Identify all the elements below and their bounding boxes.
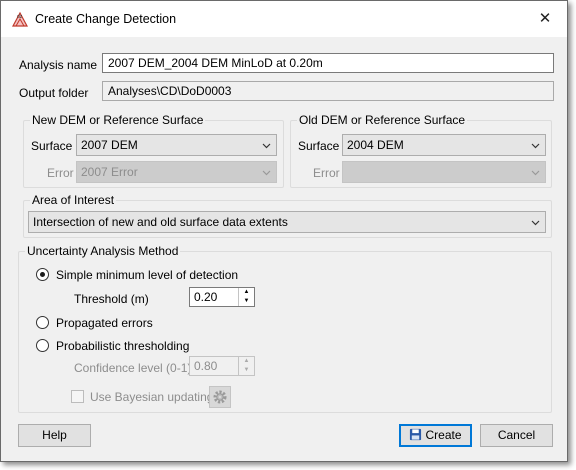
output-folder-field: Analyses\CD\DoD0003 xyxy=(102,81,554,101)
bayesian-settings-button xyxy=(209,386,231,408)
new-error-label: Error xyxy=(47,166,74,180)
help-button[interactable]: Help xyxy=(18,424,91,447)
threshold-stepper[interactable]: 0.20 ▲ ▼ xyxy=(189,287,255,307)
old-surface-value: 2004 DEM xyxy=(347,138,404,152)
create-button[interactable]: Create xyxy=(399,424,472,447)
close-icon: ✕ xyxy=(538,10,552,27)
new-surface-value: 2007 DEM xyxy=(81,138,138,152)
title-bar: dz Create Change Detection ✕ xyxy=(1,1,567,37)
create-label: Create xyxy=(425,428,462,442)
analysis-name-input[interactable]: 2007 DEM_2004 DEM MinLoD at 0.20m xyxy=(102,53,554,73)
area-of-interest-value: Intersection of new and old surface data… xyxy=(33,215,288,229)
propagated-errors-radio[interactable] xyxy=(36,316,49,329)
new-surface-label: Surface xyxy=(31,139,73,153)
gear-icon xyxy=(213,390,227,404)
svg-text:dz: dz xyxy=(17,14,23,20)
simple-minimum-label[interactable]: Simple minimum level of detection xyxy=(56,268,238,282)
analysis-name-label: Analysis name xyxy=(19,58,98,72)
confidence-stepper: 0.80 ▲ ▼ xyxy=(189,356,255,376)
propagated-errors-label[interactable]: Propagated errors xyxy=(56,316,153,330)
new-surface-dropdown[interactable]: 2007 DEM xyxy=(76,134,277,156)
threshold-label: Threshold (m) xyxy=(74,292,149,306)
confidence-label: Confidence level (0-1) xyxy=(74,361,192,375)
spin-down-icon[interactable]: ▼ xyxy=(239,297,254,306)
probabilistic-radio[interactable] xyxy=(36,339,49,352)
bayesian-label: Use Bayesian updating xyxy=(90,390,214,404)
simple-minimum-radio[interactable] xyxy=(36,268,49,281)
old-dem-legend: Old DEM or Reference Surface xyxy=(297,113,468,127)
new-dem-legend: New DEM or Reference Surface xyxy=(30,113,206,127)
close-button[interactable]: ✕ xyxy=(531,7,559,31)
new-error-value: 2007 Error xyxy=(81,165,138,179)
spin-up-icon[interactable]: ▲ xyxy=(239,288,254,297)
spin-up-icon: ▲ xyxy=(243,358,250,364)
uncertainty-legend: Uncertainty Analysis Method xyxy=(25,244,181,258)
create-change-detection-dialog: dz Create Change Detection ✕ Analysis na… xyxy=(0,0,568,462)
output-folder-label: Output folder xyxy=(19,86,89,100)
chevron-down-icon xyxy=(531,220,540,226)
bayesian-checkbox xyxy=(71,390,84,403)
old-error-dropdown xyxy=(342,161,546,183)
old-surface-dropdown[interactable]: 2004 DEM xyxy=(342,134,546,156)
new-error-dropdown: 2007 Error xyxy=(76,161,277,183)
change-detection-icon: dz xyxy=(11,11,29,27)
window-title: Create Change Detection xyxy=(35,12,177,26)
probabilistic-label[interactable]: Probabilistic thresholding xyxy=(56,339,189,353)
chevron-down-icon xyxy=(531,143,540,149)
old-error-label: Error xyxy=(313,166,340,180)
threshold-arrows[interactable]: ▲ ▼ xyxy=(238,288,254,306)
chevron-down-icon xyxy=(531,170,540,176)
area-of-interest-legend: Area of Interest xyxy=(30,193,117,207)
save-icon xyxy=(410,428,422,441)
old-surface-label: Surface xyxy=(298,139,340,153)
area-of-interest-dropdown[interactable]: Intersection of new and old surface data… xyxy=(28,211,546,233)
cancel-button[interactable]: Cancel xyxy=(480,424,553,447)
confidence-value: 0.80 xyxy=(194,359,218,373)
spin-down-icon: ▼ xyxy=(243,367,250,373)
chevron-down-icon xyxy=(262,170,271,176)
threshold-value[interactable]: 0.20 xyxy=(194,290,217,304)
chevron-down-icon xyxy=(262,143,271,149)
confidence-arrows: ▲ ▼ xyxy=(238,357,254,375)
